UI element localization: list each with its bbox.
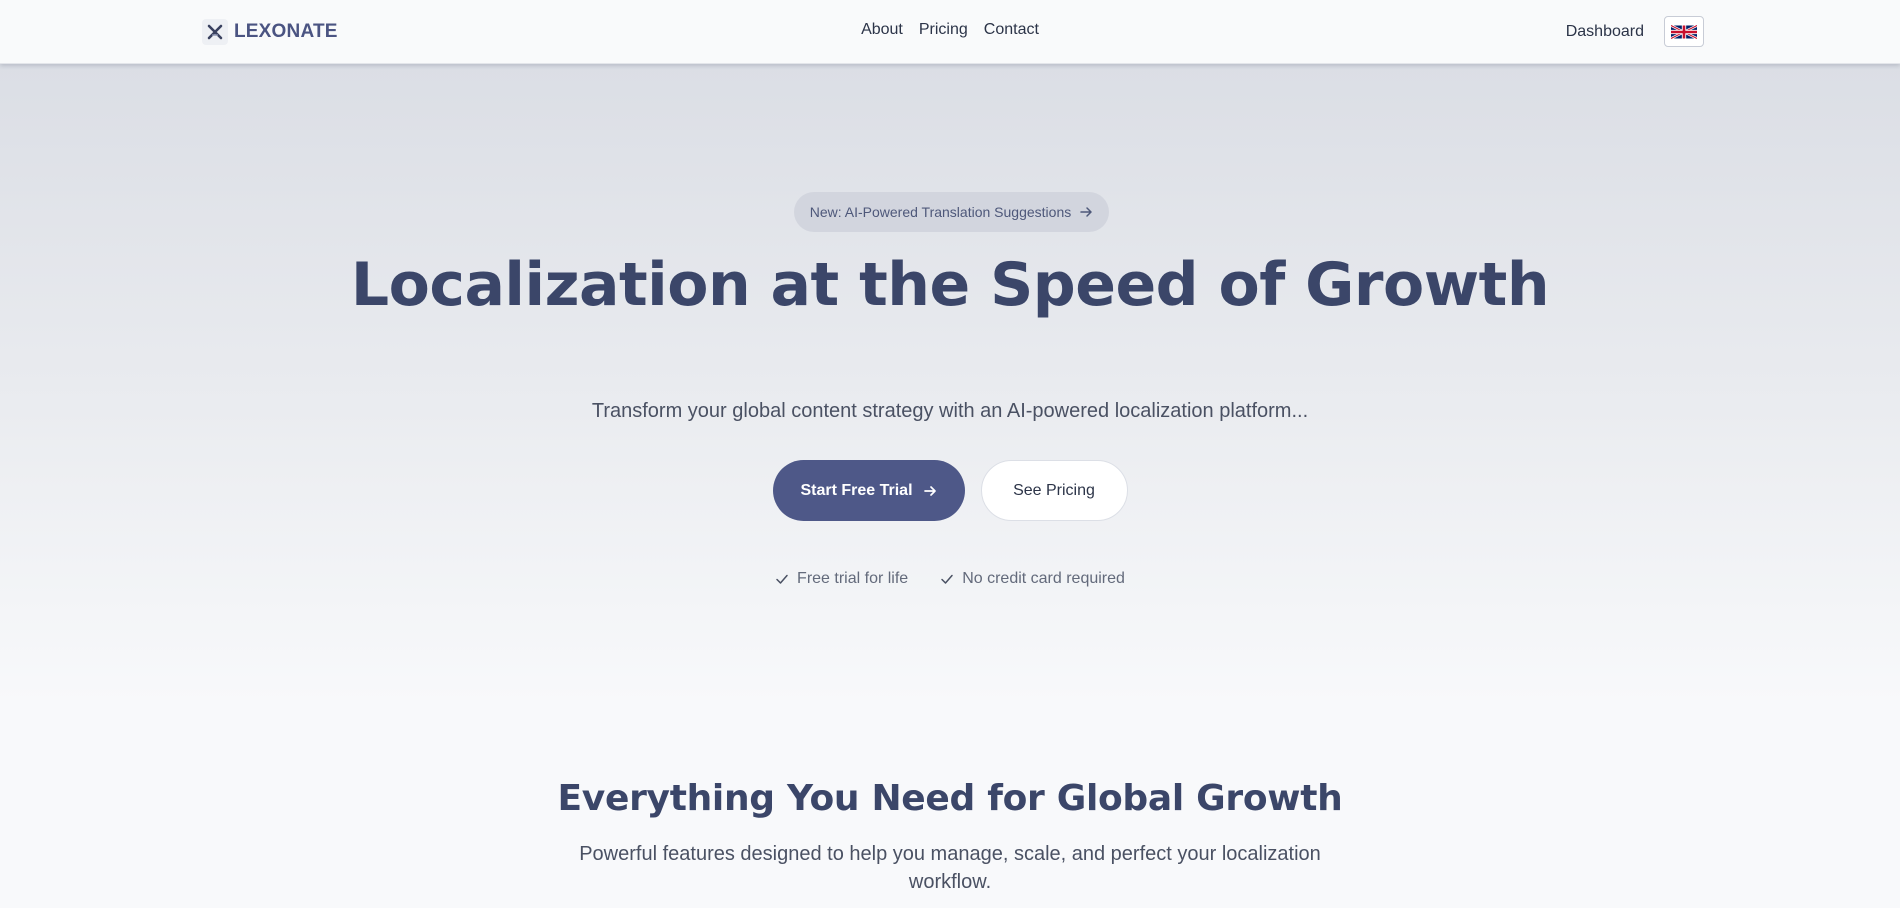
uk-flag-icon — [1671, 23, 1697, 40]
hero-section: New: AI-Powered Translation Suggestions … — [0, 64, 1900, 704]
announcement-pill[interactable]: New: AI-Powered Translation Suggestions — [794, 192, 1109, 232]
hero-title: Localization at the Speed of Growth — [350, 250, 1550, 320]
top-navbar: LEXONATE About Pricing Contact Dashboard — [0, 0, 1900, 64]
start-free-trial-button[interactable]: Start Free Trial — [772, 460, 965, 521]
benefit-item: Free trial for life — [775, 570, 908, 588]
nav-right: Dashboard — [1566, 16, 1704, 47]
nav-link-contact[interactable]: Contact — [984, 21, 1039, 39]
check-icon — [941, 574, 953, 584]
arrow-right-icon — [923, 485, 936, 496]
features-subtitle: Powerful features designed to help you m… — [579, 843, 1321, 893]
features-title: Everything You Need for Global Growth — [557, 778, 1343, 819]
nav-link-pricing[interactable]: Pricing — [919, 21, 968, 39]
check-icon — [776, 574, 788, 584]
trial-benefits: Free trial for life No credit card requi… — [0, 570, 1900, 588]
announcement-text: New: AI-Powered Translation Suggestions — [809, 204, 1072, 220]
brand-name: LEXONATE — [234, 21, 338, 42]
benefit-item: No credit card required — [940, 570, 1125, 588]
brand-link[interactable]: LEXONATE — [202, 19, 338, 45]
benefit-label: No credit card required — [962, 570, 1125, 587]
hero-subtitle: Transform your global content strategy w… — [591, 400, 1309, 422]
language-selector-button[interactable] — [1664, 16, 1704, 47]
see-pricing-button[interactable]: See Pricing — [980, 460, 1128, 521]
arrow-right-icon — [1080, 207, 1092, 217]
logo-icon — [202, 19, 228, 45]
cta-row: Start Free Trial See Pricing — [0, 460, 1900, 521]
dashboard-link[interactable]: Dashboard — [1566, 23, 1644, 41]
start-free-trial-label: Start Free Trial — [800, 481, 913, 499]
benefit-label: Free trial for life — [797, 570, 909, 587]
nav-link-about[interactable]: About — [861, 21, 903, 39]
